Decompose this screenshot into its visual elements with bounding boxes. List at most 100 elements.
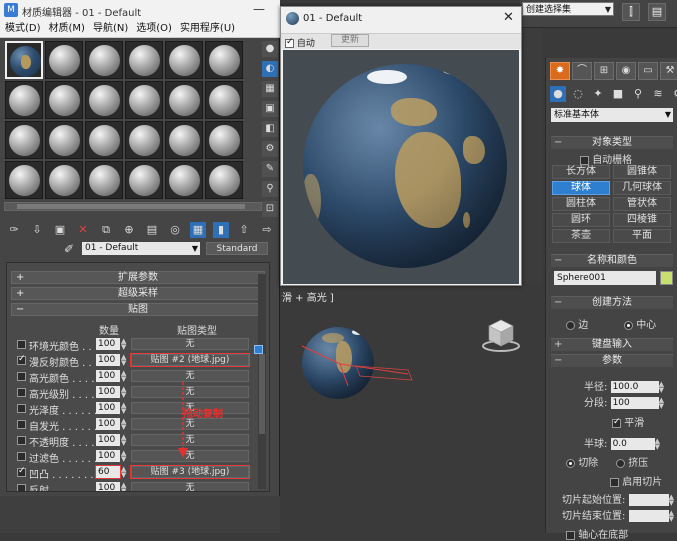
spinner-icon[interactable]: ▲ ▼ — [121, 354, 126, 367]
align-icon[interactable]: ▤ — [648, 3, 666, 21]
hierarchy-tab-icon[interactable]: ⊞ — [594, 62, 614, 80]
primitive-type-dropdown[interactable]: 标准基本体 ▼ — [551, 108, 673, 122]
spacewarps-icon[interactable]: ≋ — [650, 86, 666, 102]
minimize-icon[interactable]: — — [250, 2, 268, 18]
make-unique-icon[interactable]: ⊕ — [121, 222, 137, 238]
sample-slot[interactable] — [165, 41, 203, 79]
hemisphere-input[interactable]: 0.0 — [610, 438, 655, 450]
copy-material-icon[interactable]: ⧉ — [98, 222, 114, 238]
map-slot-button[interactable]: 无 — [131, 482, 249, 491]
radius-input[interactable]: 100.0 — [610, 381, 659, 393]
material-id-icon[interactable]: ◎ — [167, 222, 183, 238]
sample-slot[interactable] — [205, 81, 243, 119]
material-type-button[interactable]: Standard — [206, 242, 268, 255]
cameras-icon[interactable]: ■ — [610, 86, 626, 102]
object-type-button[interactable]: 四棱锥 — [613, 213, 671, 227]
modify-tab-icon[interactable]: ⌒ — [572, 62, 592, 80]
sample-slot[interactable] — [85, 81, 123, 119]
close-icon[interactable]: ✕ — [503, 10, 514, 25]
make-preview-icon[interactable]: ⚙ — [262, 141, 278, 157]
sample-slot[interactable] — [165, 161, 203, 199]
menu-item-1[interactable]: 材质(M) — [49, 20, 85, 38]
supersampling-rollout[interactable]: + 超级采样 — [11, 287, 265, 300]
map-amount-input[interactable]: 60 — [95, 465, 121, 479]
sample-slot[interactable] — [5, 121, 43, 159]
object-type-button[interactable]: 几何球体 — [613, 181, 671, 195]
go-forward-sibling-icon[interactable]: ⇨ — [259, 222, 275, 238]
segments-input[interactable]: 100 — [610, 397, 659, 409]
spinner-icon[interactable]: ▲ ▼ — [121, 482, 126, 492]
sample-slot[interactable] — [205, 161, 243, 199]
object-name-input[interactable]: Sphere001 — [554, 271, 656, 285]
center-radio[interactable]: 中心 — [624, 316, 656, 331]
viewport-label[interactable]: 滑 + 高光 ] — [282, 289, 334, 304]
video-color-check-icon[interactable]: ◧ — [262, 121, 278, 137]
put-to-library-icon[interactable]: ▤ — [144, 222, 160, 238]
maps-rollout[interactable]: − 贴图 — [11, 303, 265, 316]
sample-slot[interactable] — [85, 121, 123, 159]
spinner-icon[interactable]: ▲ ▼ — [121, 370, 126, 383]
map-enable-checkbox[interactable] — [17, 452, 26, 461]
sample-slot[interactable] — [45, 121, 83, 159]
map-amount-input[interactable]: 100 — [96, 402, 120, 414]
map-slot-button[interactable]: 贴图 #2 (地球.jpg) — [130, 353, 250, 367]
create-tab-icon[interactable]: ✸ — [550, 62, 570, 80]
map-link-icon[interactable] — [254, 345, 263, 354]
spinner-icon[interactable]: ▲ ▼ — [121, 418, 126, 431]
map-enable-checkbox[interactable] — [17, 484, 26, 491]
squash-radio[interactable]: 挤压 — [616, 454, 648, 469]
sample-slot[interactable] — [165, 81, 203, 119]
preview-canvas[interactable] — [283, 50, 519, 284]
object-type-button[interactable]: 圆锥体 — [613, 165, 671, 179]
chop-radio[interactable]: 切除 — [566, 454, 598, 469]
lights-icon[interactable]: ✦ — [590, 86, 606, 102]
map-enable-checkbox[interactable] — [17, 420, 26, 429]
spinner-icon[interactable]: ▲ ▼ — [669, 510, 676, 523]
geometry-icon[interactable]: ● — [550, 86, 566, 102]
background-icon[interactable]: ▦ — [262, 81, 278, 97]
extended-params-rollout[interactable]: + 扩展参数 — [11, 271, 265, 284]
sample-slot[interactable] — [205, 121, 243, 159]
name-color-rollout[interactable]: − 名称和颜色 — [551, 254, 673, 267]
sample-slot[interactable] — [5, 81, 43, 119]
spinner-icon[interactable]: ▲ ▼ — [121, 386, 126, 399]
map-amount-input[interactable]: 100 — [96, 338, 120, 350]
assign-to-selection-icon[interactable]: ▣ — [52, 222, 68, 238]
slice-from-input[interactable] — [628, 494, 669, 506]
map-enable-checkbox[interactable] — [17, 340, 26, 349]
parameters-rollout[interactable]: − 参数 — [551, 354, 673, 367]
spinner-icon[interactable]: ▲ ▼ — [121, 466, 126, 479]
map-enable-checkbox[interactable] — [17, 354, 26, 365]
pick-material-icon[interactable]: ✐ — [64, 242, 74, 256]
material-name-dropdown[interactable]: 01 - Default ▼ — [82, 242, 200, 255]
viewcube-icon[interactable] — [481, 314, 521, 354]
select-by-material-icon[interactable]: ⚲ — [262, 181, 278, 197]
params-vertical-scrollbar[interactable] — [258, 274, 266, 489]
slots-horizontal-scrollbar[interactable] — [4, 202, 262, 211]
backlight-icon[interactable]: ◐ — [262, 61, 278, 77]
spinner-icon[interactable]: ▲ ▼ — [121, 402, 126, 415]
sample-slot[interactable] — [205, 41, 243, 79]
map-amount-input[interactable]: 100 — [96, 482, 120, 491]
get-material-icon[interactable]: ✑ — [6, 222, 22, 238]
sample-slot[interactable] — [45, 81, 83, 119]
smooth-checkbox[interactable]: 平滑 — [612, 414, 644, 429]
spinner-icon[interactable]: ▲ ▼ — [121, 338, 126, 351]
object-color-swatch[interactable] — [660, 271, 673, 285]
menu-item-3[interactable]: 选项(O) — [136, 20, 172, 38]
map-amount-input[interactable]: 100 — [96, 434, 120, 446]
put-to-scene-icon[interactable]: ⇩ — [29, 222, 45, 238]
motion-tab-icon[interactable]: ◉ — [616, 62, 636, 80]
transform-gizmo[interactable] — [296, 340, 416, 390]
map-slot-button[interactable]: 贴图 #3 (地球.jpg) — [130, 465, 250, 479]
object-type-button[interactable]: 球体 — [552, 181, 610, 195]
spinner-icon[interactable]: ▲ ▼ — [655, 438, 662, 451]
display-tab-icon[interactable]: ▭ — [638, 62, 658, 80]
map-enable-checkbox[interactable] — [17, 404, 26, 413]
menu-item-4[interactable]: 实用程序(U) — [180, 20, 235, 38]
shapes-icon[interactable]: ◌ — [570, 86, 586, 102]
sample-slot[interactable] — [5, 41, 43, 79]
mirror-icon[interactable]: ⫿ — [622, 3, 640, 21]
material-map-navigator-icon[interactable]: ⊡ — [262, 201, 278, 217]
slice-to-input[interactable] — [628, 510, 669, 522]
